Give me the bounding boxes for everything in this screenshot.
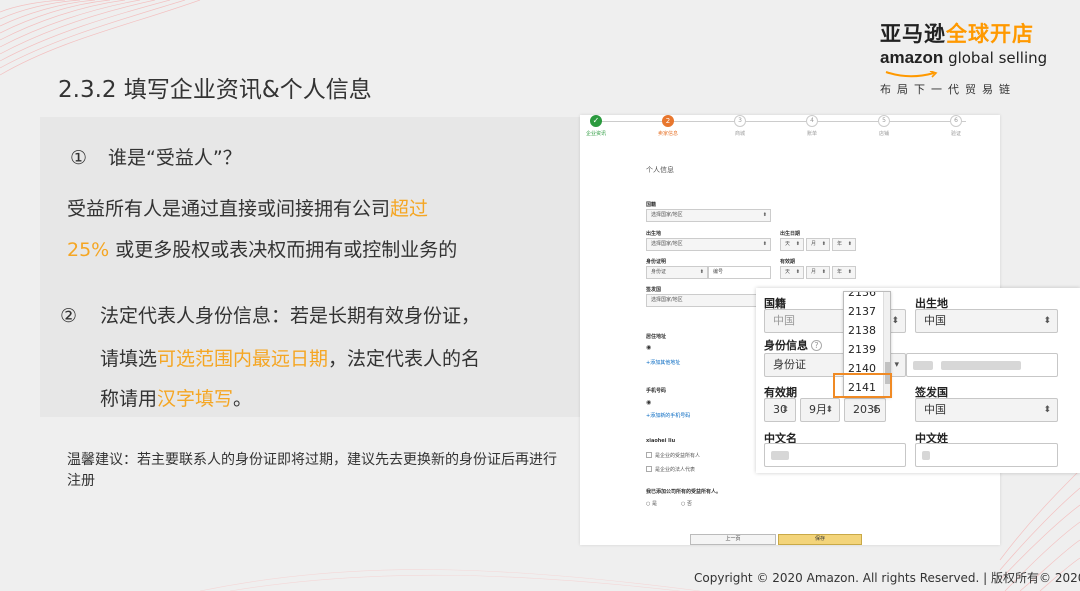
progress-line (596, 121, 966, 122)
legal-rep-line2: 请填选可选范围内最远日期，法定代表人的名 (100, 348, 481, 370)
form-dob-month[interactable]: 月 ⬍ (806, 238, 830, 251)
form-add-address-link[interactable]: +添加其他地址 (646, 359, 680, 366)
zoomed-form-detail: 国籍 中国 ⬍ 出生地 中国 ⬍ 身份信息? 身份证 ▾ 有效期 30 ⬍ 9月 ⬍ 20… (756, 288, 1080, 473)
tip-text: 温馨建议：若主要联系人的身份证即将过期，建议先去更换新的身份证后再进行注册 (67, 452, 557, 489)
form-back-button[interactable]: 上一页 (690, 534, 776, 545)
form-birthplace-select[interactable]: 选择国家/地区 ⬍ (646, 238, 771, 251)
blurred-text (771, 451, 789, 460)
beneficiary-desc-line2: 25% 或更多股权或表决权而拥有或控制业务的 (67, 239, 458, 261)
form-save-button[interactable]: 保存 (778, 534, 862, 545)
copyright-text: Copyright © 2020 Amazon. All rights Rese… (694, 571, 1080, 585)
form-dob-year[interactable]: 年 ⬍ (832, 238, 856, 251)
zoom-given-name-input[interactable] (764, 443, 906, 467)
select-arrow-icon: ▾ (894, 360, 899, 370)
zoom-id-number-input[interactable] (906, 353, 1058, 377)
form-id-number-input[interactable]: 编号 (708, 266, 771, 279)
form-nationality-select[interactable]: 选择国家/地区 ⬍ (646, 209, 771, 222)
select-arrow-icon: ⬍ (871, 405, 879, 415)
checkbox-icon (646, 452, 652, 458)
form-issuer-label: 签发国 (646, 287, 662, 293)
select-arrow-icon: ⬍ (847, 269, 852, 275)
step-label-3: 商城 (735, 131, 746, 137)
zoom-expiry-day[interactable]: 30 ⬍ (764, 398, 796, 422)
step-label-1: 企业资讯 (586, 131, 607, 137)
select-arrow-icon: ⬍ (795, 241, 800, 247)
legal-rep-line3: 称请用汉字填写。 (100, 388, 253, 410)
form-radio-yes[interactable]: ○ 是 (646, 500, 657, 507)
form-address-radio[interactable]: ◉ (646, 344, 651, 351)
select-arrow-icon: ⬍ (1043, 316, 1051, 326)
form-id-label: 身份证明 (646, 259, 667, 265)
zoom-expiry-year[interactable]: 2035 ⬍ (844, 398, 886, 422)
year-option[interactable]: 2138 (844, 321, 884, 340)
form-person-name: xiaohei liu (646, 438, 676, 444)
step-label-6: 验证 (951, 131, 962, 137)
logo-cn-text: 亚马逊全球开店 (880, 22, 1034, 46)
zoom-issuer-select[interactable]: 中国 ⬍ (915, 398, 1058, 422)
help-icon[interactable]: ? (811, 340, 822, 351)
blurred-text (913, 361, 933, 370)
step-label-2: 卖家信息 (658, 131, 679, 137)
step-dot-1: ✓ (590, 115, 602, 127)
form-issuer-select[interactable]: 选择国家/地区⬍ (646, 294, 771, 307)
step-dot-4: 4 (806, 115, 818, 127)
form-section-title: 个人信息 (646, 166, 674, 174)
year-option[interactable]: 2136 (844, 292, 884, 302)
blurred-text (922, 451, 930, 460)
form-beneficiary-question: 我已添加公司所有的受益所有人。 (646, 489, 722, 495)
amazon-smile-icon (885, 71, 938, 78)
select-arrow-icon: ⬍ (825, 405, 833, 415)
step-dot-2: 2 (662, 115, 674, 127)
form-expiry-label: 有效期 (780, 259, 796, 265)
zoom-birthplace-select[interactable]: 中国 ⬍ (915, 309, 1058, 333)
form-expiry-year[interactable]: 年 ⬍ (832, 266, 856, 279)
year-option[interactable]: 2139 (844, 340, 884, 359)
select-arrow-icon: ⬍ (795, 269, 800, 275)
form-expiry-month[interactable]: 月 ⬍ (806, 266, 830, 279)
zoom-expiry-month[interactable]: 9月 ⬍ (800, 398, 840, 422)
zoom-surname-input[interactable] (915, 443, 1058, 467)
logo-slogan: 布局下一代贸易链 (880, 83, 1016, 96)
form-phone-label: 手机号码 (646, 388, 667, 394)
form-add-phone-link[interactable]: +添加新的手机号码 (646, 412, 690, 419)
form-nationality-label: 国籍 (646, 202, 657, 208)
form-check-legal-rep[interactable]: 是企业的法人代表 (646, 466, 695, 473)
select-arrow-icon: ⬍ (1043, 405, 1051, 415)
step-dot-3: 3 (734, 115, 746, 127)
form-id-type-select[interactable]: 身份证 ⬍ (646, 266, 708, 279)
form-dob-label: 出生日期 (780, 231, 801, 237)
form-dob-day[interactable]: 天 ⬍ (780, 238, 804, 251)
select-arrow-icon: ⬍ (821, 241, 826, 247)
logo-en-text: amazon global selling (880, 48, 1048, 67)
select-arrow-icon: ⬍ (847, 241, 852, 247)
page-title: 2.3.2 填写企业资讯&个人信息 (58, 77, 372, 103)
form-address-label: 居住地址 (646, 334, 667, 340)
select-arrow-icon: ⬍ (699, 269, 704, 275)
step-label-4: 账单 (807, 131, 818, 137)
form-radio-no[interactable]: ○ 否 (681, 500, 692, 507)
select-arrow-icon: ⬍ (781, 405, 789, 415)
form-birthplace-label: 出生地 (646, 231, 662, 237)
select-arrow-icon: ⬍ (762, 212, 767, 218)
step-label-5: 店铺 (879, 131, 890, 137)
progress-steps: ✓ 2 3 4 5 6 企业资讯 卖家信息 商城 账单 店铺 验证 (580, 115, 1000, 145)
step-dot-6: 6 (950, 115, 962, 127)
blurred-text (941, 361, 1021, 370)
select-arrow-icon: ⬍ (821, 269, 826, 275)
select-arrow-icon: ⬍ (762, 241, 767, 247)
beneficiary-desc-line1: 受益所有人是通过直接或间接拥有公司超过 (67, 198, 429, 220)
form-check-beneficiary[interactable]: 是企业的受益所有人 (646, 452, 700, 459)
beneficiary-question: ① 谁是“受益人”？ (70, 147, 242, 169)
checkbox-icon (646, 466, 652, 472)
step-dot-5: 5 (878, 115, 890, 127)
select-arrow-icon: ⬍ (891, 316, 899, 326)
legal-rep-line1: ② 法定代表人身份信息：若是长期有效身份证， (60, 305, 481, 327)
form-phone-radio[interactable]: ◉ (646, 399, 651, 406)
year-option[interactable]: 2137 (844, 302, 884, 321)
form-expiry-day[interactable]: 天 ⬍ (780, 266, 804, 279)
amazon-global-selling-logo: 亚马逊全球开店 amazon global selling 布局下一代贸易链 (880, 18, 1048, 97)
zoom-id-label: 身份信息? (764, 337, 822, 353)
highlight-box (833, 373, 892, 398)
